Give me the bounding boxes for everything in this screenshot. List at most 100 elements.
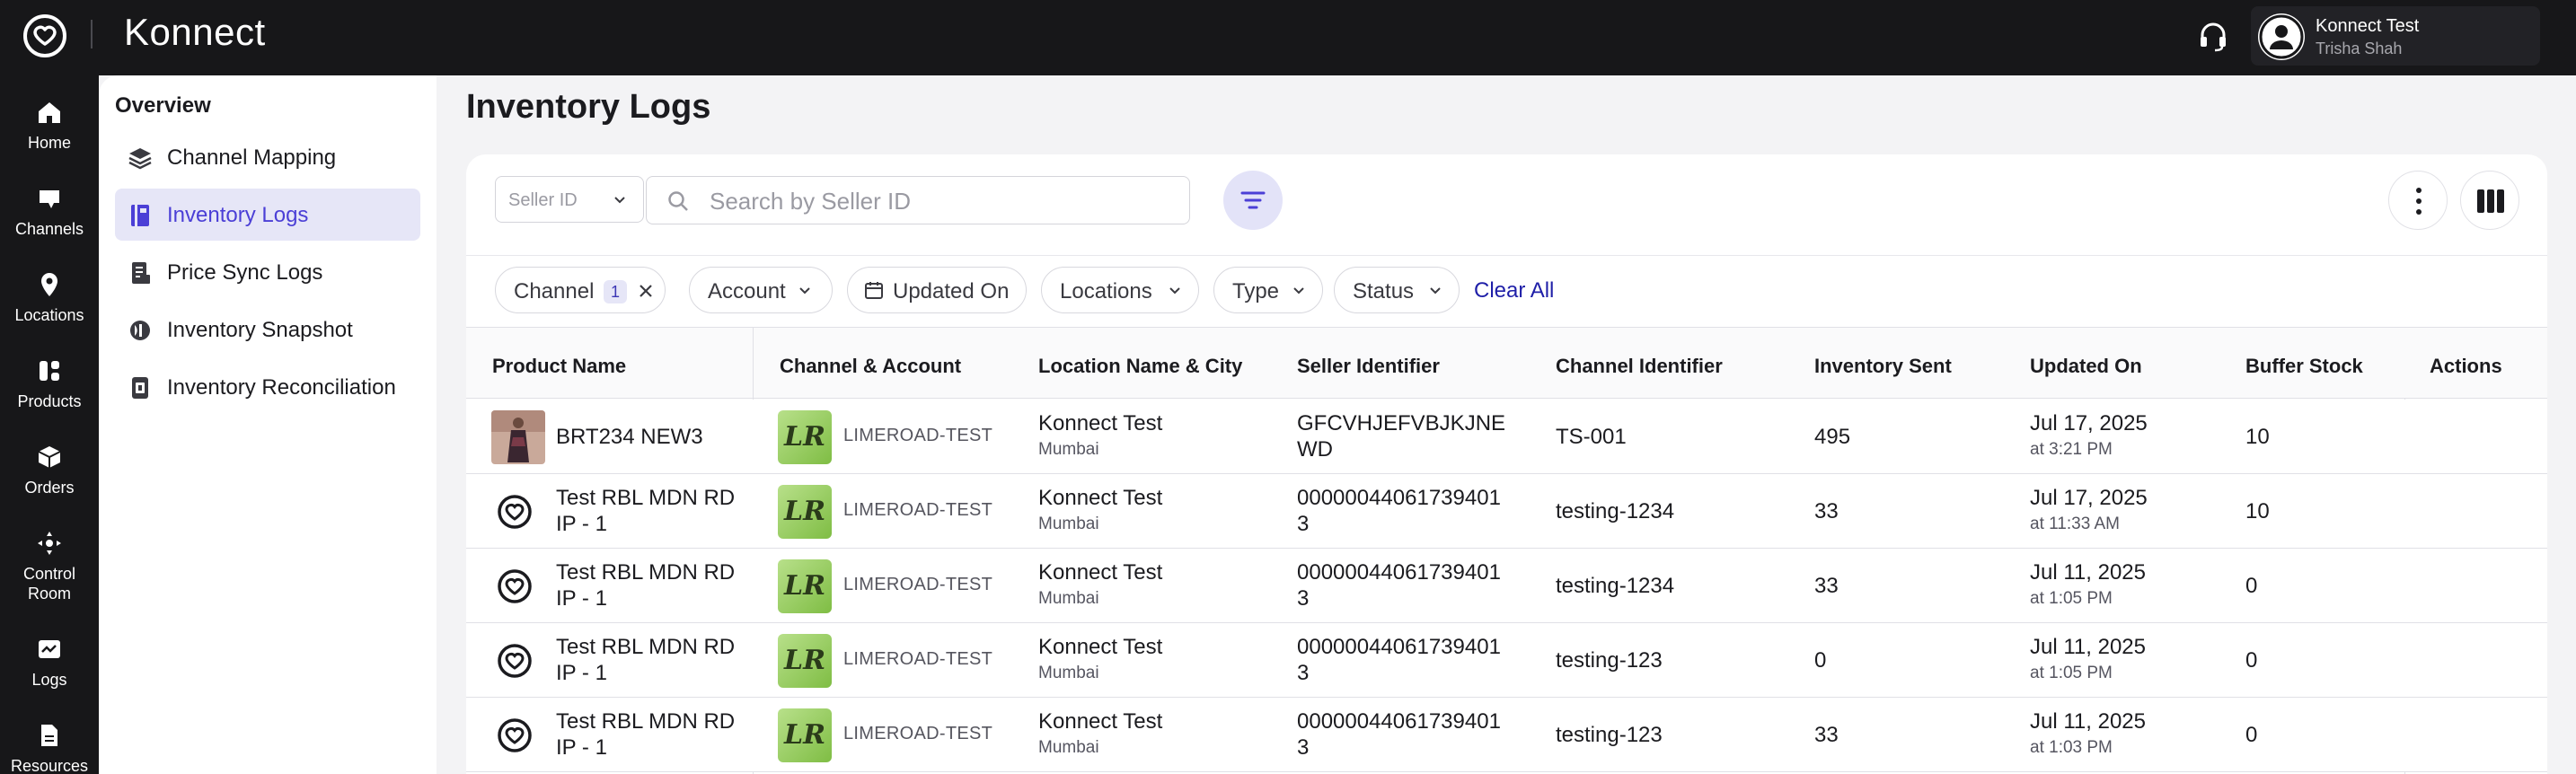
column-header[interactable]: Channel Identifier [1556, 355, 1723, 378]
box-icon [38, 446, 61, 468]
reconcile-icon [132, 377, 148, 399]
column-header[interactable]: Location Name & City [1038, 355, 1242, 378]
account-filter-chip[interactable]: Account [689, 267, 833, 313]
updated-on-cell: Jul 17, 2025 at 3:21 PM [2030, 410, 2148, 462]
search-input[interactable] [710, 188, 1159, 215]
seller-select-value: Seller ID [508, 190, 578, 210]
location-pin-icon [41, 273, 57, 296]
column-header[interactable]: Actions [2430, 355, 2502, 378]
column-header[interactable]: Product Name [492, 355, 626, 378]
chip-label: Account [708, 279, 786, 303]
rail-label: Locations [14, 306, 84, 324]
location-city: Mumbai [1038, 515, 1099, 533]
subnav-item-inventory-snapshot[interactable]: Inventory Snapshot [115, 303, 420, 356]
seller-id-line: GFCVHJEFVBJKJNE [1297, 411, 1506, 435]
subnav-item-channel-mapping[interactable]: Channel Mapping [115, 131, 420, 183]
seller-identifier: 00000044061739401 3 [1297, 485, 1501, 537]
location-cell: Konnect Test Mumbai [1038, 410, 1162, 462]
table-row[interactable]: Test RBL MDN RD IP - 1 LR LIMEROAD-TEST K… [466, 623, 2547, 698]
filter-button[interactable] [1223, 171, 1283, 230]
filter-icon [1240, 191, 1266, 209]
account-name: LIMEROAD-TEST [843, 426, 993, 445]
updated-on-filter-chip[interactable]: Updated On [847, 267, 1027, 313]
subnav-item-inventory-reconciliation[interactable]: Inventory Reconciliation [115, 361, 420, 413]
seller-identifier: 00000044061739401 3 [1297, 708, 1501, 761]
seller-identifier: GFCVHJEFVBJKJNE WD [1297, 410, 1505, 462]
more-vertical-icon [2416, 188, 2422, 215]
channel-identifier: testing-123 [1556, 723, 1663, 747]
column-header[interactable]: Inventory Sent [1814, 355, 1952, 378]
channel-filter-chip[interactable]: Channel 1 [495, 267, 666, 313]
column-header[interactable]: Buffer Stock [2245, 355, 2363, 378]
product-name: Test RBL MDN RD IP - 1 [556, 559, 735, 611]
column-settings-button[interactable] [2460, 171, 2519, 230]
rail-item-channels[interactable]: Channels [0, 185, 99, 239]
buffer-stock: 0 [2245, 648, 2258, 673]
subnav-label: Inventory Reconciliation [167, 375, 396, 400]
rail-item-locations[interactable]: Locations [0, 271, 99, 325]
type-filter-chip[interactable]: Type [1213, 267, 1323, 313]
konnect-logo-icon[interactable] [22, 13, 68, 59]
table-row[interactable]: Test RBL MDN RD IP - 1 LR LIMEROAD-TEST K… [466, 474, 2547, 549]
subnav-heading: Overview [115, 93, 211, 118]
table-row[interactable]: BRT234 NEW3 LR LIMEROAD-TEST Konnect Tes… [466, 400, 2547, 474]
chip-label: Locations [1060, 279, 1152, 303]
snapshot-icon [130, 321, 150, 340]
subnav-item-inventory-logs[interactable]: Inventory Logs [115, 189, 420, 241]
rail-label: Home [27, 134, 71, 152]
seller-id-line: 00000044061739401 [1297, 635, 1501, 659]
chip-label: Status [1353, 279, 1415, 303]
channel-identifier: testing-123 [1556, 648, 1663, 673]
updated-time: at 1:05 PM [2030, 589, 2113, 608]
more-options-button[interactable] [2388, 171, 2448, 230]
seller-id-line: 00000044061739401 [1297, 560, 1501, 585]
location-city: Mumbai [1038, 589, 1099, 608]
updated-time: at 11:33 AM [2030, 515, 2120, 533]
seller-id-select[interactable]: Seller ID [495, 176, 644, 223]
table-row[interactable]: Test RBL MDN RD IP - 1 LR LIMEROAD-TEST K… [466, 549, 2547, 623]
rail-label: Resources [10, 757, 89, 774]
product-name-line: IP - 1 [556, 586, 607, 611]
limeroad-logo: LR [778, 559, 832, 613]
rail-label: Orders [24, 479, 75, 497]
location-cell: Konnect Test Mumbai [1038, 708, 1162, 761]
table-header: Product Name Channel & Account Location … [466, 327, 2547, 399]
calendar-icon [865, 282, 883, 299]
clear-all-link[interactable]: Clear All [1474, 278, 1554, 303]
document-icon [41, 725, 57, 746]
updated-date: Jul 11, 2025 [2030, 635, 2146, 659]
table-row[interactable]: Test RBL MDN RD IP - 1 LR LIMEROAD-TEST K… [466, 698, 2547, 772]
rail-item-orders[interactable]: Orders [0, 444, 99, 497]
rail-item-resources[interactable]: Resources [0, 722, 99, 774]
limeroad-logo: LR [778, 634, 832, 688]
location-cell: Konnect Test Mumbai [1038, 634, 1162, 686]
user-name: Konnect Test [2316, 16, 2420, 36]
rail-item-control-room[interactable]: Control Room [0, 530, 99, 603]
headset-support-icon[interactable] [2195, 18, 2231, 54]
filter-chips-row: Channel 1 Account Updated On Locations T… [466, 255, 2547, 327]
account-name: LIMEROAD-TEST [843, 575, 993, 594]
updated-date: Jul 17, 2025 [2030, 411, 2148, 435]
column-header[interactable]: Updated On [2030, 355, 2142, 378]
locations-filter-chip[interactable]: Locations [1041, 267, 1199, 313]
user-profile-menu[interactable]: Konnect Test Trisha Shah [2251, 6, 2540, 66]
subnav-label: Inventory Logs [167, 203, 309, 227]
konnect-product-logo-icon [498, 569, 532, 603]
status-filter-chip[interactable]: Status [1334, 267, 1460, 313]
subnav-label: Price Sync Logs [167, 260, 323, 285]
rail-item-logs[interactable]: Logs [0, 636, 99, 690]
konnect-product-logo-icon [498, 495, 532, 529]
close-icon[interactable] [637, 282, 655, 300]
product-image [491, 410, 545, 464]
updated-on-cell: Jul 11, 2025 at 1:05 PM [2030, 634, 2146, 686]
subnav-item-price-sync-logs[interactable]: Price Sync Logs [115, 246, 420, 298]
column-header[interactable]: Seller Identifier [1297, 355, 1440, 378]
chevron-down-icon [1430, 287, 1441, 295]
chevron-down-icon [1293, 287, 1304, 295]
logo-divider [91, 20, 93, 48]
product-name-line: IP - 1 [556, 661, 607, 685]
secondary-nav: Overview Channel Mapping Inventory Logs … [99, 75, 437, 774]
rail-item-products[interactable]: Products [0, 357, 99, 411]
column-header[interactable]: Channel & Account [780, 355, 961, 378]
rail-item-home[interactable]: Home [0, 99, 99, 153]
